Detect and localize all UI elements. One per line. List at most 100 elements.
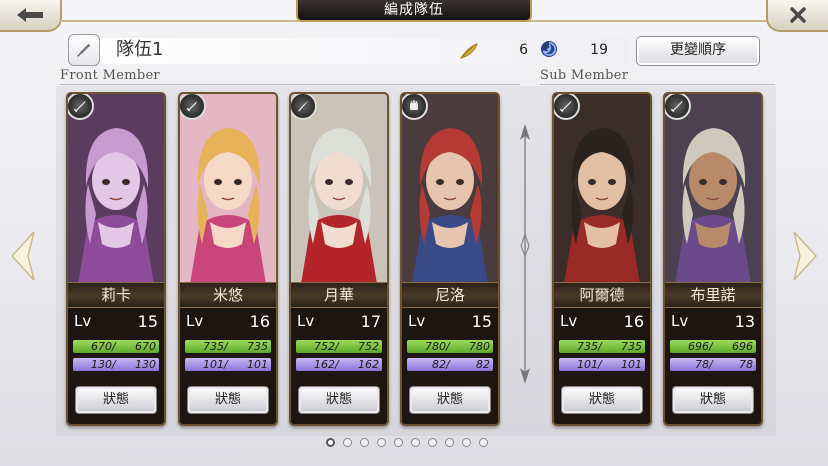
mp-current: 82	[432, 358, 446, 371]
level-row: Lv 16	[186, 312, 270, 334]
katana-icon	[291, 94, 317, 120]
character-portrait[interactable]	[402, 94, 498, 284]
member-card-4[interactable]: 尼洛 Lv 15 780 / 780 82 / 82 狀態	[400, 92, 500, 426]
feather-count: 6	[519, 42, 528, 58]
hp-current: 696	[688, 340, 709, 353]
sword-icon	[554, 94, 580, 120]
mp-separator: /	[709, 358, 713, 371]
level-label: Lv	[671, 312, 689, 330]
page-dot[interactable]	[428, 438, 437, 447]
page-dot[interactable]	[411, 438, 420, 447]
mp-separator: /	[446, 358, 450, 371]
sword-icon	[665, 94, 691, 120]
hp-max: 780	[469, 340, 490, 353]
hp-bar: 735 / 735	[185, 340, 271, 353]
hp-max: 735	[621, 340, 642, 353]
level-label: Lv	[408, 312, 426, 330]
page-dot[interactable]	[343, 438, 352, 447]
feather-icon	[459, 43, 478, 59]
hp-current: 752	[314, 340, 335, 353]
character-portrait[interactable]	[180, 94, 276, 284]
status-button[interactable]: 狀態	[672, 386, 754, 414]
page-dot[interactable]	[479, 438, 488, 447]
status-button[interactable]: 狀態	[298, 386, 380, 414]
level-row: Lv 15	[408, 312, 492, 334]
member-name: 阿爾德	[554, 282, 650, 308]
mp-max: 162	[358, 358, 379, 371]
hp-current: 735	[577, 340, 598, 353]
mp-max: 101	[247, 358, 268, 371]
mp-bar: 130 / 130	[73, 358, 159, 371]
team-name: 隊伍1	[116, 39, 164, 60]
edit-team-name-button[interactable]	[68, 34, 100, 66]
mp-separator: /	[598, 358, 602, 371]
hp-max: 670	[135, 340, 156, 353]
mp-max: 130	[135, 358, 156, 371]
hp-bar: 780 / 780	[407, 340, 493, 353]
mp-bar: 101 / 101	[185, 358, 271, 371]
next-page-arrow-icon[interactable]	[790, 228, 820, 284]
page-dot[interactable]	[394, 438, 403, 447]
member-name: 布里諾	[665, 282, 761, 308]
hp-max: 696	[732, 340, 753, 353]
mp-separator: /	[335, 358, 339, 371]
mp-separator: /	[224, 358, 228, 371]
hp-current: 780	[425, 340, 446, 353]
level-label: Lv	[74, 312, 92, 330]
mp-current: 101	[203, 358, 224, 371]
front-member-label: Front Member	[60, 68, 160, 83]
level-value: 16	[623, 312, 644, 331]
hp-bar: 670 / 670	[73, 340, 159, 353]
hp-separator: /	[224, 340, 228, 353]
close-button[interactable]	[766, 0, 828, 32]
member-card-6[interactable]: 布里諾 Lv 13 696 / 696 78 / 78 狀態	[663, 92, 763, 426]
hp-max: 735	[247, 340, 268, 353]
hp-separator: /	[335, 340, 339, 353]
level-row: Lv 16	[560, 312, 644, 334]
previous-page-arrow-icon[interactable]	[8, 228, 38, 284]
page-dot[interactable]	[462, 438, 471, 447]
hp-separator: /	[709, 340, 713, 353]
reorder-button[interactable]: 更變順序	[636, 36, 760, 66]
hp-max: 752	[358, 340, 379, 353]
hp-bar: 752 / 752	[296, 340, 382, 353]
level-label: Lv	[186, 312, 204, 330]
status-button[interactable]: 狀態	[409, 386, 491, 414]
mp-bar: 78 / 78	[670, 358, 756, 371]
character-portrait[interactable]	[291, 94, 387, 284]
member-name: 尼洛	[402, 282, 498, 308]
member-card-3[interactable]: 月華 Lv 17 752 / 752 162 / 162 狀態	[289, 92, 389, 426]
level-label: Lv	[297, 312, 315, 330]
member-name: 月華	[291, 282, 387, 308]
mp-current: 130	[91, 358, 112, 371]
status-button[interactable]: 狀態	[187, 386, 269, 414]
page-dot[interactable]	[377, 438, 386, 447]
front-section-divider	[60, 84, 520, 85]
page-dot[interactable]	[445, 438, 454, 447]
hp-bar: 735 / 735	[559, 340, 645, 353]
mp-separator: /	[112, 358, 116, 371]
mp-max: 82	[476, 358, 490, 371]
member-card-1[interactable]: 莉卡 Lv 15 670 / 670 130 / 130 狀態	[66, 92, 166, 426]
member-card-5[interactable]: 阿爾德 Lv 16 735 / 735 101 / 101 狀態	[552, 92, 652, 426]
member-name: 莉卡	[68, 282, 164, 308]
mp-current: 162	[314, 358, 335, 371]
status-button[interactable]: 狀態	[75, 386, 157, 414]
back-button[interactable]	[0, 0, 62, 32]
character-portrait[interactable]	[68, 94, 164, 284]
level-label: Lv	[560, 312, 578, 330]
character-portrait[interactable]	[665, 94, 761, 284]
member-card-2[interactable]: 米悠 Lv 16 735 / 735 101 / 101 狀態	[178, 92, 278, 426]
close-icon	[790, 7, 806, 23]
dagger-icon	[180, 94, 206, 120]
hp-separator: /	[598, 340, 602, 353]
fist-icon	[402, 94, 428, 120]
character-portrait[interactable]	[554, 94, 650, 284]
status-button[interactable]: 狀態	[561, 386, 643, 414]
gem-count: 19	[590, 42, 608, 58]
mp-current: 78	[695, 358, 709, 371]
member-name: 米悠	[180, 282, 276, 308]
page-dot[interactable]	[360, 438, 369, 447]
page-dot[interactable]	[326, 438, 335, 447]
level-value: 17	[360, 312, 381, 331]
